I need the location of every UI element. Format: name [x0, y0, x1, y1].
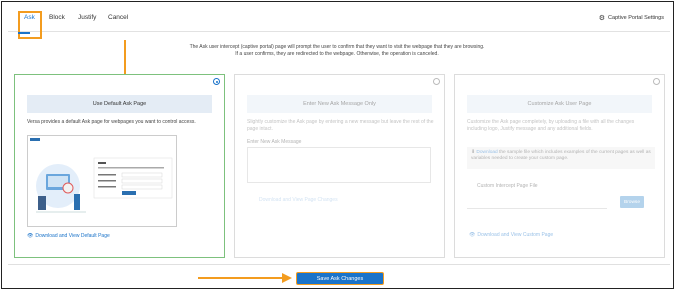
download-page-changes-link[interactable]: Download and View Page Changes [259, 197, 338, 203]
captive-portal-settings-link[interactable]: ⚙ Captive Portal Settings [599, 14, 664, 22]
card-text-message: Slightly customize the Ask page by enter… [247, 119, 434, 132]
download-custom-page-link[interactable]: 👁 Download and View Custom Page [469, 232, 553, 238]
card-title-custom: Customize Ask User Page [467, 95, 652, 113]
eye-icon: 👁 [469, 232, 476, 238]
tab-cancel[interactable]: Cancel [108, 14, 128, 21]
tab-justify[interactable]: Justify [78, 14, 96, 21]
card-title-message: Enter New Ask Message Only [247, 95, 432, 113]
description-line-1: The Ask user intercept (captive portal) … [189, 44, 485, 50]
annotation-arrow-right [198, 273, 292, 283]
radio-customize-ask-user-page[interactable] [653, 78, 660, 85]
gear-icon: ⚙ [598, 15, 606, 22]
description-line-2: If a user confirms, they are redirected … [235, 51, 439, 57]
tab-block[interactable]: Block [49, 14, 65, 21]
eye-icon: 👁 [27, 233, 34, 239]
sample-file-download-box: ⬇ Download the sample file which include… [467, 147, 655, 169]
card-customize-ask-user-page[interactable]: Customize Ask User Page Customize the As… [454, 74, 665, 258]
tab-ask[interactable]: Ask [24, 14, 35, 21]
captive-portal-settings-label: Captive Portal Settings [608, 15, 664, 21]
download-custom-page-label: Download and View Custom Page [477, 232, 554, 238]
default-page-preview-image [27, 135, 177, 227]
download-default-page-label: Download and View Default Page [35, 233, 110, 239]
app-window: Ask Block Justify Cancel ⚙ Captive Porta… [1, 1, 674, 289]
download-icon: ⬇ [471, 150, 476, 155]
custom-file-input[interactable] [467, 196, 607, 209]
card-text-default: Versa provides a default Ask page for we… [27, 119, 196, 125]
custom-file-label: Custom Intercept Page File [477, 183, 538, 189]
card-title-default: Use Default Ask Page [27, 95, 212, 113]
ask-message-field-label: Enter New Ask Message [247, 139, 302, 145]
card-default-ask-page[interactable]: Use Default Ask Page Versa provides a de… [14, 74, 225, 258]
ask-message-textarea[interactable] [247, 147, 431, 183]
tab-bar: Ask Block Justify Cancel ⚙ Captive Porta… [8, 10, 670, 39]
radio-enter-new-ask-message[interactable] [433, 78, 440, 85]
card-text-custom: Customize the Ask page completely, by up… [467, 119, 635, 132]
card-enter-new-ask-message[interactable]: Enter New Ask Message Only Slightly cust… [234, 74, 445, 258]
footer-divider [8, 264, 670, 265]
ask-page-description: The Ask user intercept (captive portal) … [122, 44, 552, 58]
sample-download-text: the sample file which includes examples … [471, 150, 651, 161]
download-default-page-link[interactable]: 👁 Download and View Default Page [27, 233, 110, 239]
sample-download-link[interactable]: Download [476, 150, 497, 155]
browse-button[interactable]: Browse [620, 196, 644, 208]
save-ask-changes-button[interactable]: Save Ask Changes [296, 272, 384, 285]
radio-default-ask-page[interactable] [213, 78, 220, 85]
active-tab-indicator [18, 32, 30, 34]
